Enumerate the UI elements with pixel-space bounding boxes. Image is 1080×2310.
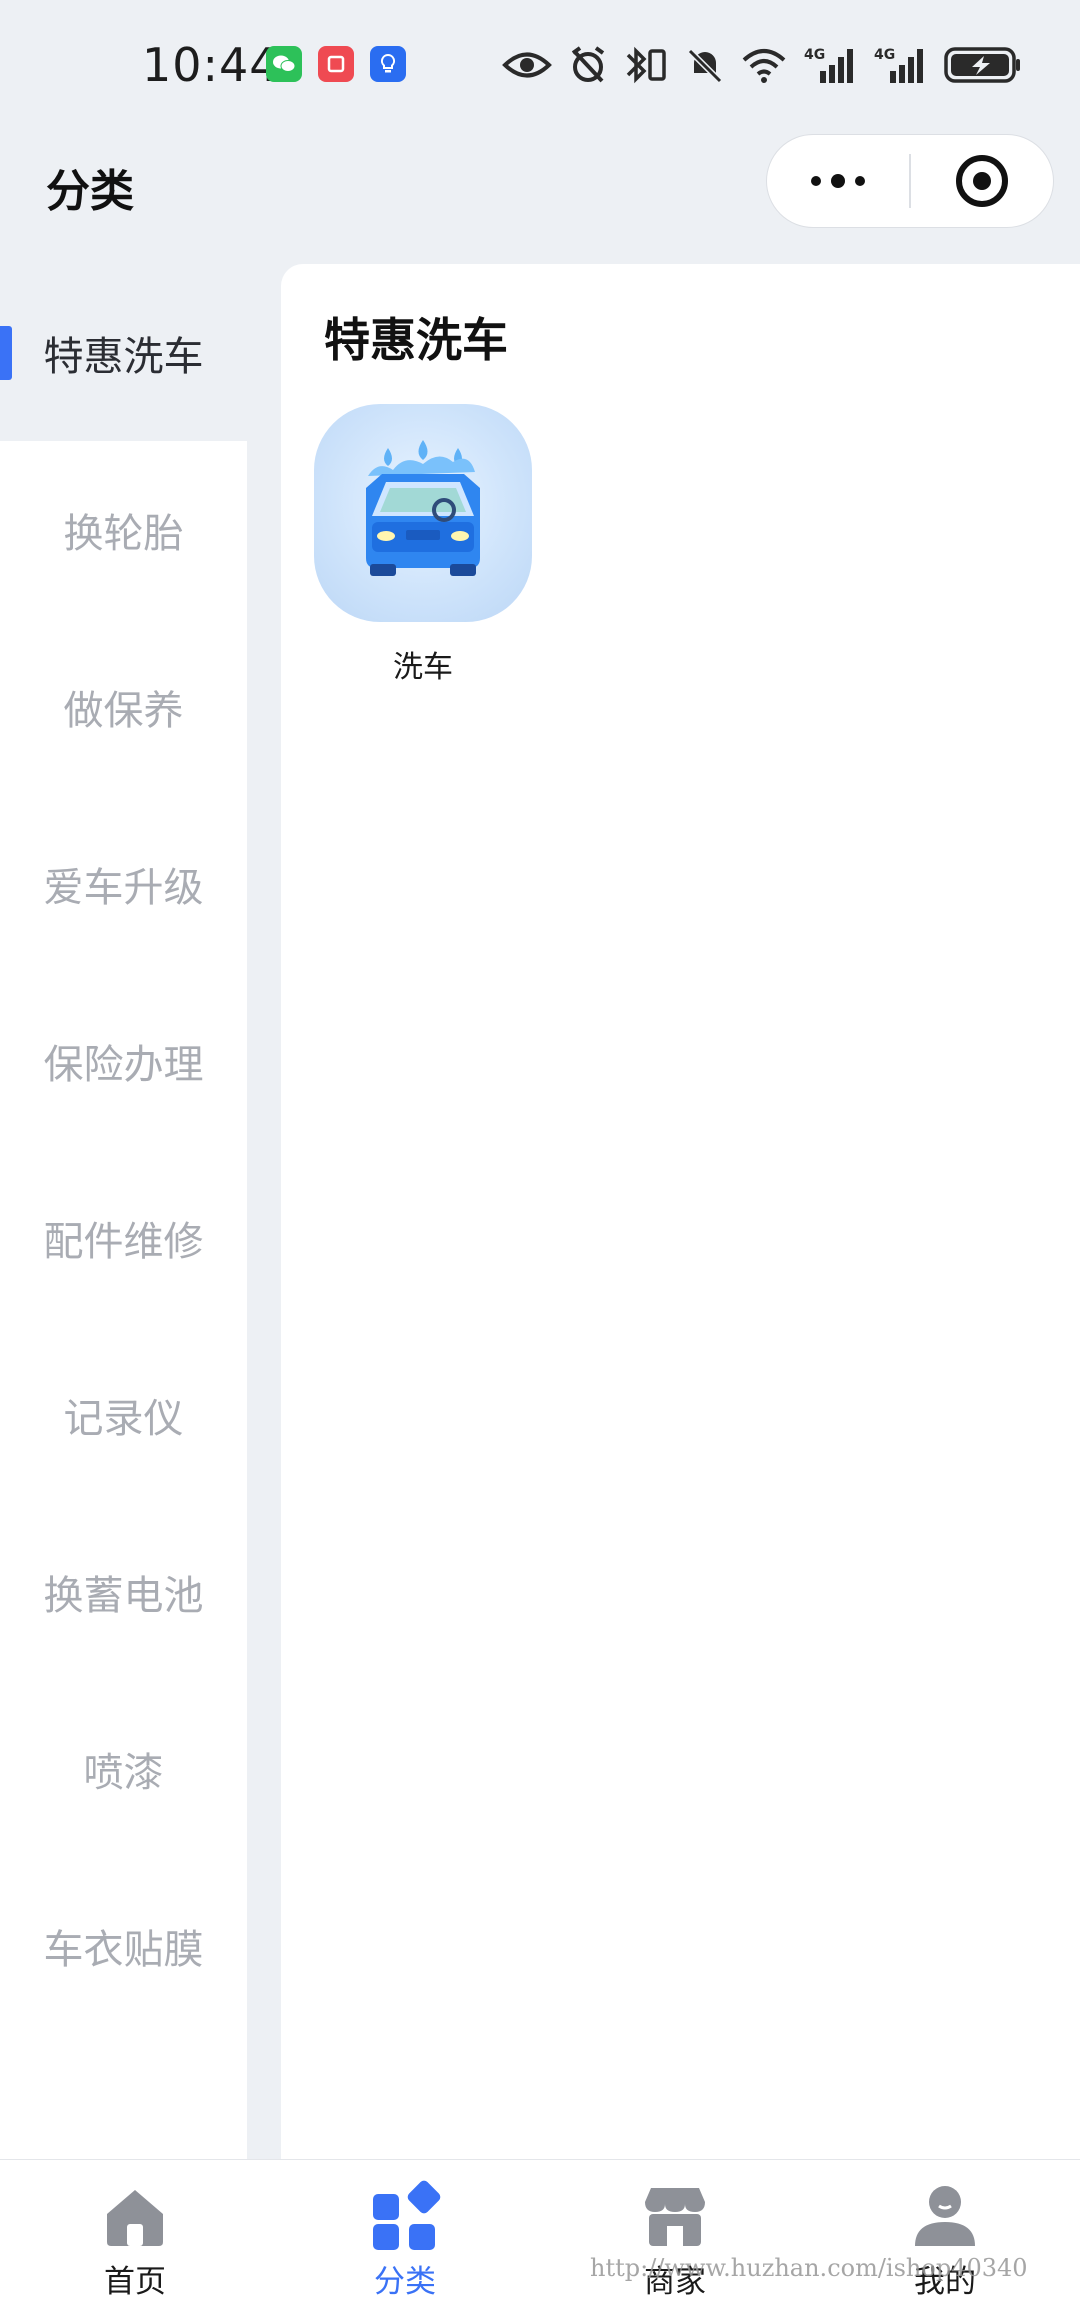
tab-mine[interactable]: 我的 (810, 2160, 1080, 2310)
status-bar: 10:44 4G 4G (0, 0, 1080, 130)
sidebar-item-car-upgrade[interactable]: 爱车升级 (0, 795, 247, 972)
bulb-notification-icon (370, 46, 406, 82)
status-time: 10:44 (142, 38, 280, 92)
mini-program-capsule (766, 134, 1054, 228)
sidebar-item-maintenance[interactable]: 做保养 (0, 618, 247, 795)
car-wash-icon (314, 404, 532, 622)
tab-category[interactable]: 分类 (270, 2160, 540, 2310)
sidebar-item-label: 换蓄电池 (43, 1572, 204, 1619)
sidebar-item-special-car-wash[interactable]: 特惠洗车 (0, 264, 247, 441)
svg-text:4G: 4G (874, 47, 895, 63)
sidebar-item-dashcam[interactable]: 记录仪 (0, 1326, 247, 1503)
sidebar-item-label: 做保养 (63, 687, 184, 734)
svg-text:4G: 4G (804, 47, 825, 63)
sidebar-item-paint[interactable]: 喷漆 (0, 1680, 247, 1857)
status-icons: 4G 4G (502, 40, 1022, 90)
watermark: http://www.huzhan.com/ishop40340 (590, 2254, 1028, 2282)
category-icon (373, 2180, 441, 2250)
service-item-label: 洗车 (393, 650, 453, 685)
sidebar-item-label: 车衣贴膜 (43, 1926, 204, 1973)
sidebar-item-label: 保险办理 (43, 1041, 204, 1088)
home-icon (107, 2190, 163, 2246)
sidebar-item-insurance[interactable]: 保险办理 (0, 972, 247, 1149)
tab-label: 分类 (374, 2264, 436, 2300)
battery-charging-icon (944, 47, 1020, 83)
service-item-car-wash[interactable]: 洗车 (314, 404, 532, 686)
tab-merchant[interactable]: 商家 (540, 2160, 810, 2310)
more-button[interactable] (767, 135, 909, 227)
user-icon (915, 2186, 975, 2246)
tab-home[interactable]: 首页 (0, 2160, 270, 2310)
category-content: 特惠洗车 洗车 (281, 264, 1080, 2159)
eye-icon (502, 52, 552, 78)
sidebar-item-label: 配件维修 (43, 1218, 204, 1265)
active-indicator (0, 326, 12, 380)
sidebar-item-label: 喷漆 (83, 1749, 164, 1796)
sidebar-item-tire-change[interactable]: 换轮胎 (0, 441, 247, 618)
wechat-notification-icon (266, 46, 302, 82)
store-icon (645, 2188, 705, 2246)
sidebar-item-battery[interactable]: 换蓄电池 (0, 1503, 247, 1680)
more-dots-icon (811, 174, 866, 188)
bluetooth-battery-icon (626, 46, 666, 84)
sidebar-item-label: 记录仪 (63, 1395, 184, 1442)
sidebar-item-parts-repair[interactable]: 配件维修 (0, 1149, 247, 1326)
sidebar-item-label: 爱车升级 (43, 864, 204, 911)
book-notification-icon (318, 46, 354, 82)
alarm-off-icon (571, 46, 605, 83)
signal-4g-icon-2: 4G (874, 47, 923, 83)
page-title: 分类 (46, 166, 134, 217)
bottom-tab-bar: 首页 分类 商家 我的 (0, 2159, 1080, 2310)
sidebar-item-label: 换轮胎 (63, 510, 184, 557)
close-mini-program-button[interactable] (911, 135, 1053, 227)
category-sidebar: 特惠洗车 换轮胎 做保养 爱车升级 保险办理 配件维修 记录仪 换蓄电池 喷漆 … (0, 264, 247, 2159)
target-circle-icon (955, 155, 1008, 207)
sidebar-item-label: 特惠洗车 (43, 333, 204, 380)
wifi-icon (742, 49, 786, 83)
sidebar-item-car-wrap[interactable]: 车衣贴膜 (0, 1857, 247, 2034)
signal-4g-icon-1: 4G (804, 47, 853, 83)
section-title: 特惠洗车 (324, 313, 508, 367)
tab-label: 首页 (104, 2264, 166, 2300)
mute-icon (687, 48, 723, 84)
